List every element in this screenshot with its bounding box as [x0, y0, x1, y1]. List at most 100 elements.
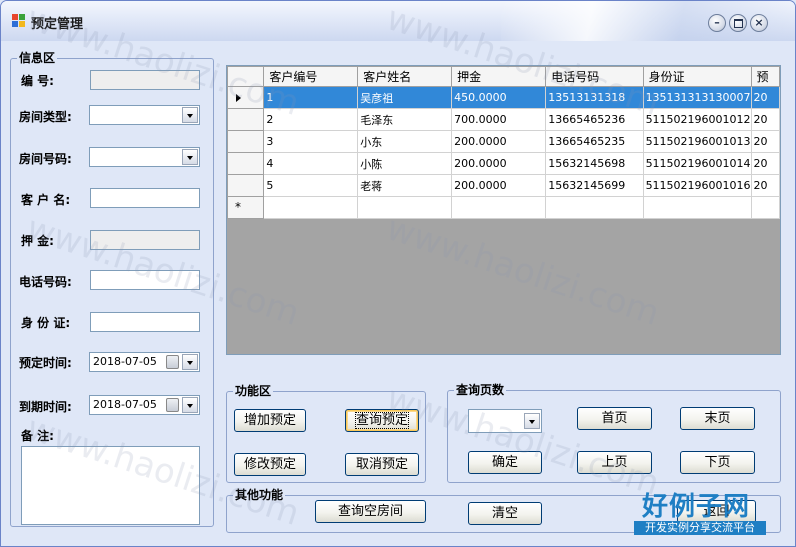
close-button[interactable]: × [750, 14, 768, 32]
column-header[interactable]: 身份证 [642, 66, 752, 87]
reservation-window: 预定管理 – × 信息区 编 号: 房间类型: 房间号码: 客 户 名: 押 金… [0, 0, 796, 547]
room-number-select[interactable] [89, 147, 200, 167]
page-select[interactable] [468, 409, 542, 433]
prev-page-button[interactable]: 上页 [577, 451, 652, 474]
table-cell[interactable] [642, 196, 752, 219]
table-cell[interactable]: 15632145699 [545, 174, 644, 197]
row-header[interactable] [227, 130, 265, 153]
chevron-down-icon[interactable] [182, 149, 198, 165]
minimize-button[interactable]: – [708, 14, 726, 32]
table-cell[interactable]: 小陈 [357, 152, 453, 175]
table-cell[interactable]: 13665465236 [545, 108, 644, 131]
table-cell[interactable]: 450.0000 [451, 86, 547, 109]
table-cell[interactable]: 511502196001012 [642, 108, 752, 131]
customer-name-label: 客 户 名: [21, 193, 71, 207]
table-cell[interactable] [263, 196, 359, 219]
column-header[interactable]: 押金 [451, 66, 547, 87]
table-cell[interactable]: 1 [263, 86, 359, 109]
table-cell[interactable]: 20 [750, 174, 780, 197]
note-textarea[interactable] [21, 446, 200, 525]
table-row[interactable]: 4 小陈 200.0000 15632145698 51150219600101… [227, 152, 780, 175]
id-card-field[interactable] [90, 312, 200, 332]
table-cell[interactable]: 15632145698 [545, 152, 644, 175]
table-cell[interactable]: 200.0000 [451, 174, 547, 197]
column-header[interactable]: 预 [750, 66, 780, 87]
table-cell[interactable]: 20 [750, 108, 780, 131]
last-page-button[interactable]: 末页 [680, 407, 755, 430]
chevron-down-icon[interactable] [182, 397, 198, 413]
query-reservation-button[interactable]: 查询预定 [345, 409, 419, 432]
table-cell[interactable]: 200.0000 [451, 130, 547, 153]
table-cell[interactable]: 小东 [357, 130, 453, 153]
table-cell[interactable] [750, 196, 780, 219]
row-header[interactable]: * [227, 196, 265, 219]
expire-time-picker[interactable]: 2018-07-05 [89, 395, 200, 415]
add-reservation-button[interactable]: 增加预定 [234, 409, 306, 432]
table-cell[interactable] [357, 196, 453, 219]
clear-button[interactable]: 清空 [468, 502, 542, 525]
cancel-reservation-button[interactable]: 取消预定 [345, 453, 419, 476]
row-header[interactable] [227, 108, 265, 131]
table-cell[interactable]: 700.0000 [451, 108, 547, 131]
expire-time-label: 到期时间: [19, 400, 72, 414]
number-field[interactable] [90, 70, 200, 90]
column-header[interactable]: 客户姓名 [357, 66, 453, 87]
table-cell[interactable]: 200.0000 [451, 152, 547, 175]
reservation-grid[interactable]: 客户编号 客户姓名 押金 电话号码 身份证 预 1 吴彦祖 450.0000 1… [226, 65, 781, 355]
column-header[interactable]: 客户编号 [263, 66, 359, 87]
table-cell[interactable]: 13513131318 [545, 86, 644, 109]
reserve-time-picker[interactable]: 2018-07-05 [89, 352, 200, 372]
grid-header-row: 客户编号 客户姓名 押金 电话号码 身份证 预 [227, 66, 780, 87]
room-number-label: 房间号码: [19, 152, 72, 166]
table-cell[interactable]: 13665465235 [545, 130, 644, 153]
table-cell[interactable]: 4 [263, 152, 359, 175]
chevron-down-icon[interactable] [182, 354, 198, 370]
table-cell[interactable]: 511502196001016 [642, 174, 752, 197]
table-cell[interactable]: 511502196001014 [642, 152, 752, 175]
room-type-select[interactable] [89, 105, 200, 125]
column-header[interactable]: 电话号码 [545, 66, 644, 87]
phone-field[interactable] [90, 270, 200, 290]
first-page-button[interactable]: 首页 [577, 407, 652, 430]
modify-reservation-button[interactable]: 修改预定 [234, 453, 306, 476]
row-header[interactable] [227, 174, 265, 197]
customer-name-field[interactable] [90, 188, 200, 208]
confirm-page-button[interactable]: 确定 [468, 451, 542, 474]
table-cell[interactable]: 3 [263, 130, 359, 153]
table-cell[interactable] [451, 196, 547, 219]
row-header[interactable] [227, 152, 265, 175]
table-cell[interactable]: 吴彦祖 [357, 86, 453, 109]
current-row-icon [236, 94, 241, 102]
grid-table: 客户编号 客户姓名 押金 电话号码 身份证 预 1 吴彦祖 450.0000 1… [227, 66, 780, 219]
row-header[interactable] [227, 86, 265, 109]
query-empty-rooms-button[interactable]: 查询空房间 [315, 500, 426, 523]
table-cell[interactable]: 20 [750, 152, 780, 175]
next-page-button[interactable]: 下页 [680, 451, 755, 474]
paging-group-legend: 查询页数 [454, 383, 507, 397]
app-icon [12, 14, 25, 27]
table-cell[interactable]: 毛泽东 [357, 108, 453, 131]
table-cell[interactable] [545, 196, 644, 219]
deposit-label: 押 金: [21, 234, 54, 248]
table-row[interactable]: 5 老蒋 200.0000 15632145699 51150219600101… [227, 174, 780, 197]
table-cell[interactable]: 2 [263, 108, 359, 131]
chevron-down-icon[interactable] [524, 413, 540, 429]
deposit-field[interactable] [90, 230, 200, 250]
checkbox-icon[interactable] [166, 355, 179, 369]
table-row[interactable]: 2 毛泽东 700.0000 13665465236 5115021960010… [227, 108, 780, 131]
maximize-button[interactable] [729, 14, 747, 32]
table-row[interactable]: 3 小东 200.0000 13665465235 51150219600101… [227, 130, 780, 153]
table-cell[interactable]: 135131313130007 [642, 86, 752, 109]
new-row[interactable]: * [227, 196, 780, 219]
table-cell[interactable]: 20 [750, 130, 780, 153]
close-icon: × [754, 16, 764, 29]
checkbox-icon[interactable] [166, 398, 179, 412]
table-cell[interactable]: 20 [750, 86, 780, 109]
grid-corner [227, 66, 265, 87]
table-cell[interactable]: 5 [263, 174, 359, 197]
table-cell[interactable]: 511502196001013 [642, 130, 752, 153]
title-bar[interactable]: 预定管理 – × [1, 1, 795, 41]
table-row[interactable]: 1 吴彦祖 450.0000 13513131318 1351313131300… [227, 86, 780, 109]
table-cell[interactable]: 老蒋 [357, 174, 453, 197]
chevron-down-icon[interactable] [182, 107, 198, 123]
